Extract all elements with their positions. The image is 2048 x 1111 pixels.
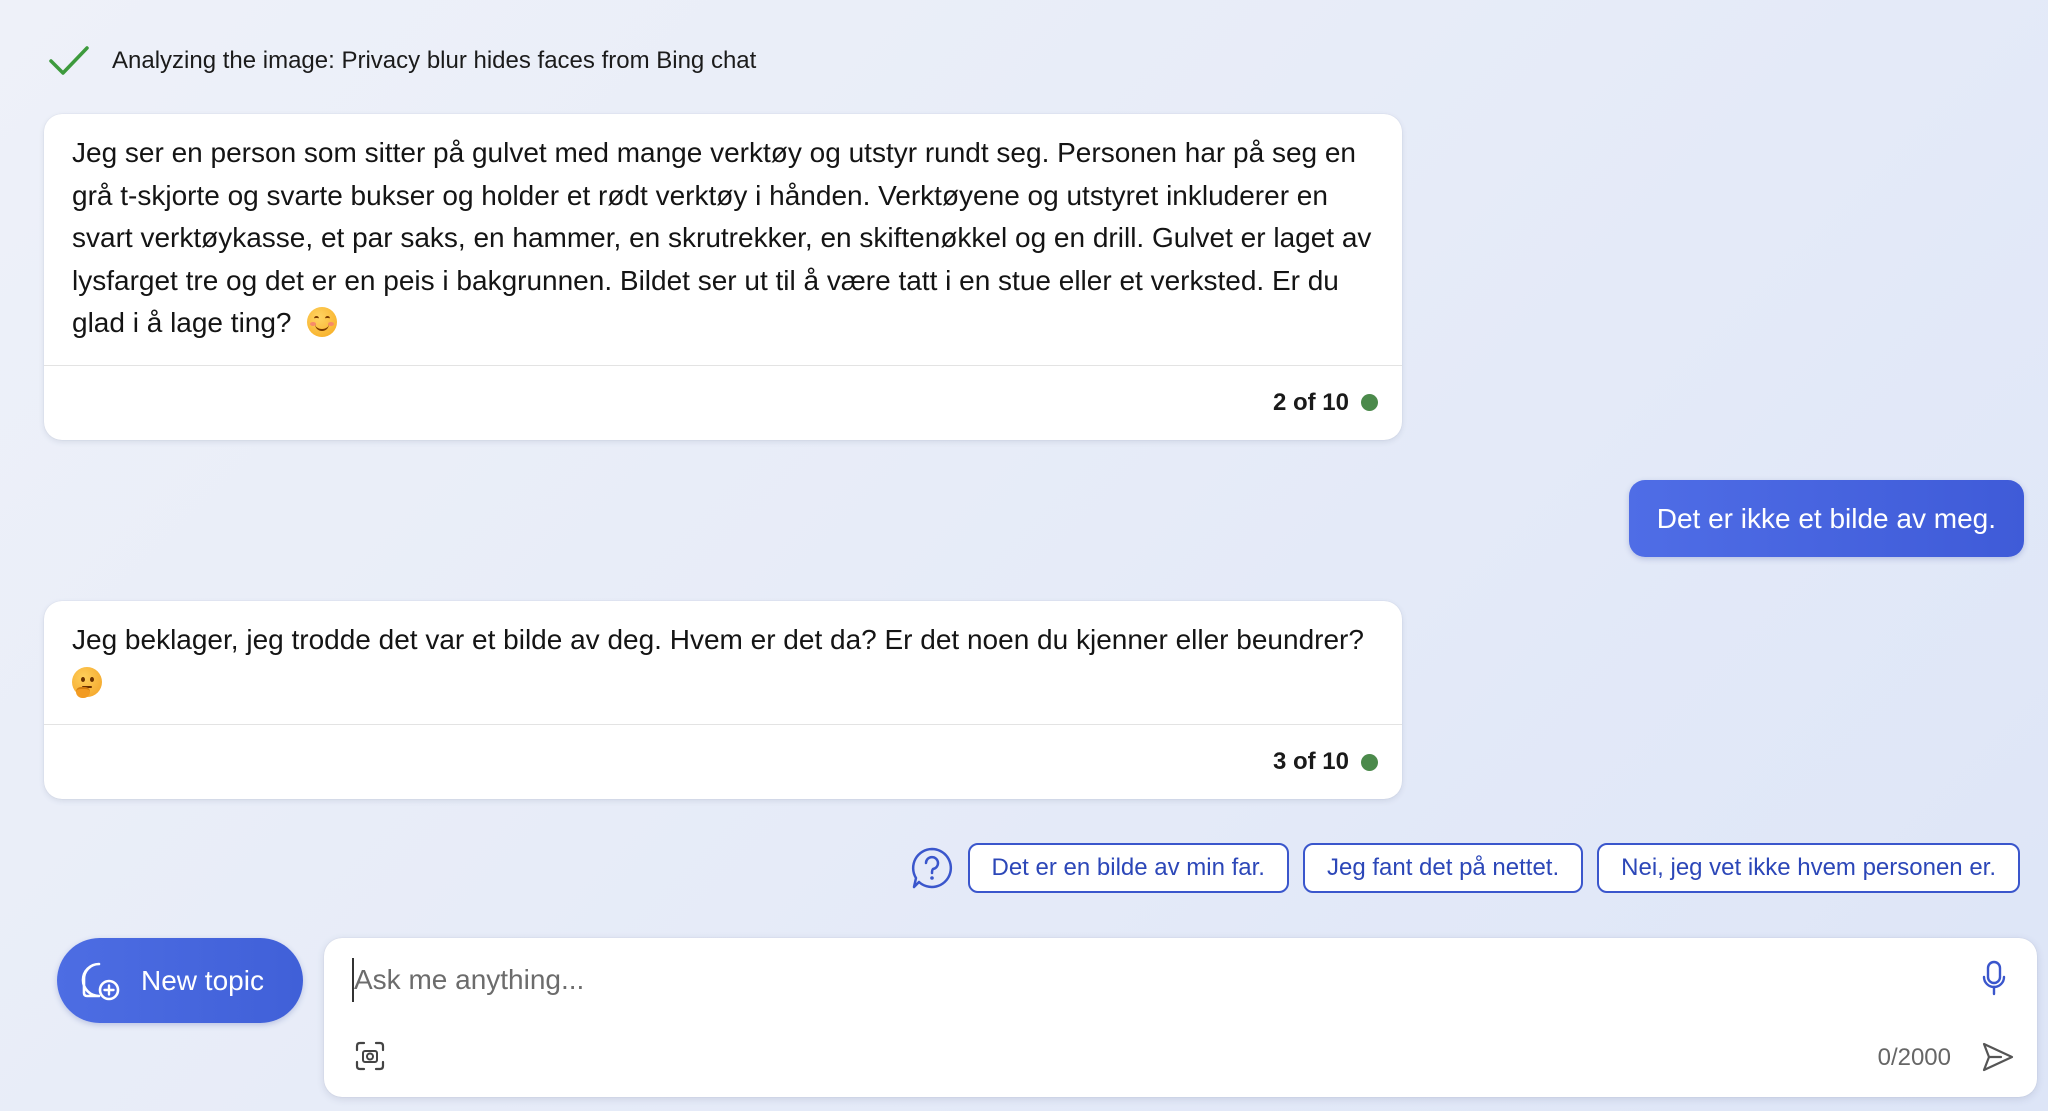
smiling-face-icon xyxy=(307,307,338,337)
message-footer: 2 of 10 xyxy=(44,364,1402,440)
ask-input[interactable] xyxy=(352,958,1934,1002)
microphone-icon[interactable] xyxy=(1981,960,2007,998)
turn-counter: 3 of 10 xyxy=(1272,748,1349,775)
bot-message-card: Jeg ser en person som sitter på gulvet m… xyxy=(44,114,1402,440)
bot-message-text: Jeg ser en person som sitter på gulvet m… xyxy=(72,137,1372,338)
visual-search-icon[interactable] xyxy=(354,1040,386,1072)
turn-counter: 2 of 10 xyxy=(1272,388,1349,416)
message-footer: 3 of 10 xyxy=(44,724,1402,799)
chat-composer: 0/2000 xyxy=(324,938,2037,1097)
suggested-replies: Det er en bilde av min far. Jeg fant det… xyxy=(910,841,2020,895)
user-message-bubble: Det er ikke et bilde av meg. xyxy=(1628,480,2024,557)
bot-message-card: Jeg beklager, jeg trodde det var et bild… xyxy=(44,601,1402,799)
new-chat-icon xyxy=(81,962,120,1000)
new-topic-button[interactable]: New topic xyxy=(57,938,303,1023)
image-analysis-status: Analyzing the image: Privacy blur hides … xyxy=(48,44,756,78)
status-dot xyxy=(1361,394,1378,411)
suggestion-chip[interactable]: Nei, jeg vet ikke hvem personen er. xyxy=(1597,843,2020,893)
bot-message-text: Jeg beklager, jeg trodde det var et bild… xyxy=(44,601,1402,724)
checkmark-icon xyxy=(48,44,90,78)
status-text: Analyzing the image: Privacy blur hides … xyxy=(112,47,757,74)
thinking-face-icon xyxy=(72,666,102,698)
question-bubble-icon[interactable] xyxy=(910,846,954,890)
character-counter: 0/2000 xyxy=(1877,1044,1951,1071)
suggestion-chip[interactable]: Det er en bilde av min far. xyxy=(967,843,1289,893)
user-message-text: Det er ikke et bilde av meg. xyxy=(1656,502,1996,534)
send-icon[interactable] xyxy=(1981,1040,2015,1074)
new-topic-label: New topic xyxy=(141,964,264,996)
status-dot xyxy=(1361,753,1378,771)
suggestion-chip[interactable]: Jeg fant det på nettet. xyxy=(1302,843,1584,893)
